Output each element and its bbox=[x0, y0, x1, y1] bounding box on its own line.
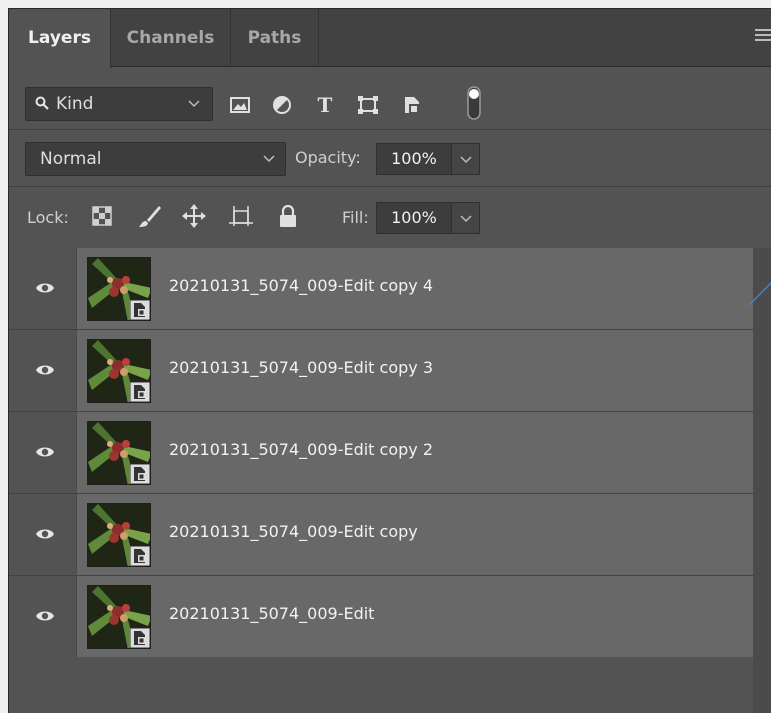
tab-channels[interactable]: Channels bbox=[111, 9, 231, 67]
lock-label: Lock: bbox=[27, 208, 69, 227]
blend-mode-value: Normal bbox=[40, 149, 102, 169]
panel-menu-icon[interactable] bbox=[755, 29, 771, 45]
smart-object-badge-icon bbox=[130, 464, 150, 484]
layer-row[interactable]: 20210131_5074_009-Edit copy bbox=[9, 494, 753, 576]
eye-icon bbox=[36, 529, 54, 539]
layer-name[interactable]: 20210131_5074_009-Edit copy 3 bbox=[169, 358, 433, 377]
fill-dropdown[interactable] bbox=[452, 202, 480, 234]
layer-row[interactable]: 20210131_5074_009-Edit bbox=[9, 576, 753, 658]
visibility-toggle[interactable] bbox=[9, 330, 77, 411]
opacity-field[interactable]: 100% bbox=[376, 143, 452, 175]
chevron-down-icon bbox=[460, 156, 472, 164]
layer-thumbnail[interactable] bbox=[87, 339, 151, 403]
filter-toggle-icon[interactable] bbox=[462, 85, 486, 121]
layer-row[interactable]: 20210131_5074_009-Edit copy 2 bbox=[9, 412, 753, 494]
lock-transparent-pixels-icon[interactable] bbox=[89, 203, 115, 229]
layers-panel: Layers Channels Paths Kind T Normal Opac… bbox=[8, 8, 771, 713]
visibility-toggle[interactable] bbox=[9, 248, 77, 329]
smart-object-badge-icon bbox=[130, 382, 150, 402]
cursor-line-mark bbox=[748, 282, 771, 306]
scrollbar-track[interactable] bbox=[753, 248, 771, 713]
eye-icon bbox=[36, 447, 54, 457]
layer-thumbnail[interactable] bbox=[87, 503, 151, 567]
shape-filter-icon[interactable] bbox=[356, 91, 380, 119]
eye-icon bbox=[36, 611, 54, 621]
smart-object-badge-icon bbox=[130, 300, 150, 320]
eye-icon bbox=[36, 365, 54, 375]
visibility-toggle[interactable] bbox=[9, 576, 77, 657]
layer-row[interactable]: 20210131_5074_009-Edit copy 3 bbox=[9, 330, 753, 412]
image-filter-icon[interactable] bbox=[228, 91, 252, 119]
blend-mode-select[interactable]: Normal bbox=[25, 142, 286, 176]
fill-label: Fill: bbox=[342, 208, 369, 227]
layer-name[interactable]: 20210131_5074_009-Edit bbox=[169, 604, 374, 623]
adjustment-filter-icon[interactable] bbox=[270, 91, 294, 119]
layer-thumbnail[interactable] bbox=[87, 421, 151, 485]
layer-name[interactable]: 20210131_5074_009-Edit copy bbox=[169, 522, 418, 541]
tab-layers[interactable]: Layers bbox=[9, 9, 111, 68]
lock-position-icon[interactable] bbox=[181, 203, 207, 229]
tab-paths[interactable]: Paths bbox=[231, 9, 319, 67]
blend-row: Normal Opacity: 100% bbox=[9, 131, 771, 187]
smart-object-filter-icon[interactable] bbox=[400, 91, 424, 119]
type-filter-icon[interactable]: T bbox=[313, 91, 337, 119]
filter-kind-label: Kind bbox=[56, 94, 94, 114]
filter-kind-select[interactable]: Kind bbox=[25, 87, 213, 121]
panel-tab-bar: Layers Channels Paths bbox=[9, 9, 771, 68]
lock-all-icon[interactable] bbox=[275, 203, 301, 229]
lock-row: Lock: Fill: 100% bbox=[9, 188, 771, 248]
layers-list-empty-area[interactable] bbox=[9, 657, 753, 713]
filter-row: Kind T bbox=[9, 68, 771, 130]
smart-object-badge-icon bbox=[130, 628, 150, 648]
opacity-dropdown[interactable] bbox=[452, 143, 480, 175]
layer-thumbnail[interactable] bbox=[87, 257, 151, 321]
svg-text:T: T bbox=[318, 93, 333, 117]
layer-name[interactable]: 20210131_5074_009-Edit copy 4 bbox=[169, 276, 433, 295]
fill-field[interactable]: 100% bbox=[376, 202, 452, 234]
lock-artboard-icon[interactable] bbox=[228, 203, 254, 229]
eye-icon bbox=[36, 283, 54, 293]
chevron-down-icon bbox=[263, 155, 275, 163]
chevron-down-icon bbox=[188, 100, 200, 108]
visibility-toggle[interactable] bbox=[9, 412, 77, 493]
visibility-toggle[interactable] bbox=[9, 494, 77, 575]
lock-image-pixels-icon[interactable] bbox=[137, 203, 163, 229]
chevron-down-icon bbox=[460, 215, 472, 223]
opacity-label: Opacity: bbox=[295, 148, 361, 167]
layer-name[interactable]: 20210131_5074_009-Edit copy 2 bbox=[169, 440, 433, 459]
smart-object-badge-icon bbox=[130, 546, 150, 566]
layer-thumbnail[interactable] bbox=[87, 585, 151, 649]
layers-list: 20210131_5074_009-Edit copy 4 20210131_5… bbox=[9, 248, 753, 658]
search-icon bbox=[35, 96, 49, 110]
layer-row[interactable]: 20210131_5074_009-Edit copy 4 bbox=[9, 248, 753, 330]
